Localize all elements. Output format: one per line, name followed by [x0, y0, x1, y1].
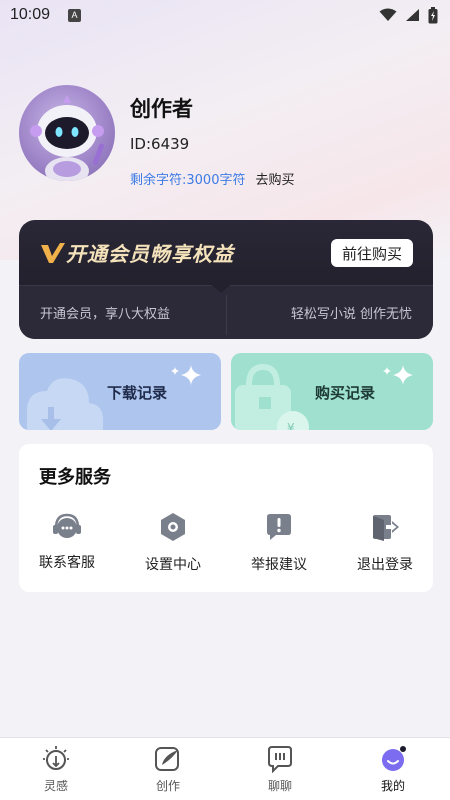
robot-avatar-icon: [30, 95, 105, 181]
service-contact-support[interactable]: 联系客服: [27, 512, 107, 572]
sparkle-icon: [171, 365, 201, 385]
avatar[interactable]: [19, 85, 115, 181]
headset-icon: [53, 513, 81, 538]
tab-create[interactable]: 创作: [138, 745, 198, 794]
vip-benefit-right: 轻松写小说 创作无忧: [290, 307, 412, 322]
create-icon: [155, 747, 179, 771]
cloud-download-icon: [27, 378, 103, 430]
tab-chat[interactable]: 聊聊: [250, 745, 310, 794]
sparkle-icon: [383, 365, 413, 385]
signal-icon: [406, 9, 419, 21]
bulb-icon: [43, 746, 69, 770]
username: 创作者: [130, 97, 193, 121]
tab-label: 聊聊: [267, 779, 292, 793]
purchase-records-label: 购买记录: [315, 384, 376, 402]
bottom-tab-bar: 灵感 创作 聊聊 我的: [0, 737, 450, 800]
status-time: 10:09: [10, 6, 51, 23]
more-services-panel: 更多服务 联系客服 设置中心 举报建议 退出登录: [19, 444, 433, 592]
download-records-card[interactable]: 下载记录: [19, 353, 221, 430]
vip-buy-button[interactable]: 前往购买: [330, 239, 413, 267]
chat-icon: [268, 746, 292, 773]
vip-benefit-left: 开通会员，享八大权益: [40, 307, 171, 322]
service-label: 退出登录: [357, 557, 413, 573]
service-label: 联系客服: [39, 555, 95, 571]
services-title: 更多服务: [39, 467, 111, 488]
service-settings[interactable]: 设置中心: [133, 512, 213, 574]
status-bar: 10:09 A: [0, 0, 450, 30]
vip-title: 开通会员畅享权益: [66, 242, 234, 266]
service-logout[interactable]: 退出登录: [345, 512, 425, 574]
vip-card[interactable]: 开通会员畅享权益 前往购买 开通会员，享八大权益 轻松写小说 创作无忧: [19, 220, 433, 339]
service-label: 设置中心: [145, 557, 201, 573]
shopping-bag-icon: ¥: [235, 363, 309, 430]
service-label: 举报建议: [251, 557, 307, 573]
svg-text:¥: ¥: [287, 421, 295, 430]
user-id: ID:6439: [130, 135, 190, 153]
tab-profile[interactable]: 我的: [363, 745, 423, 794]
vip-notch: [209, 283, 233, 293]
remaining-chars: 剩余字符:3000字符: [130, 173, 246, 188]
vip-v-icon: [41, 242, 65, 263]
logout-icon: [373, 515, 399, 541]
tab-label: 灵感: [43, 779, 68, 793]
settings-icon: [161, 513, 185, 541]
profile-icon: [382, 746, 406, 771]
service-report[interactable]: 举报建议: [239, 512, 319, 574]
wifi-icon: [379, 8, 397, 21]
vip-divider: [226, 295, 227, 335]
profile-section: 创作者 ID:6439 剩余字符:3000字符 去购买: [19, 85, 294, 188]
purchase-records-card[interactable]: ¥ 购买记录: [231, 353, 433, 430]
notification-icon: A: [68, 8, 82, 22]
tab-label: 创作: [155, 779, 180, 793]
buy-link[interactable]: 去购买: [255, 169, 294, 188]
download-records-label: 下载记录: [107, 384, 168, 402]
battery-icon: [428, 6, 438, 23]
tab-label: 我的: [380, 779, 405, 793]
tab-inspiration[interactable]: 灵感: [26, 745, 86, 794]
report-icon: [267, 514, 291, 540]
